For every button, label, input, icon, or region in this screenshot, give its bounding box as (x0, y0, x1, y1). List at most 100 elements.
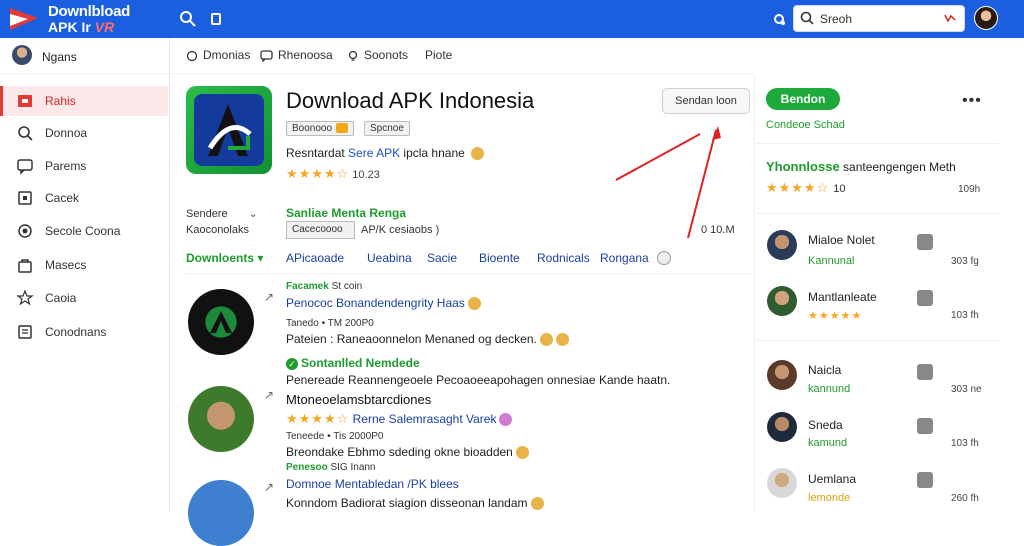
subnav-item-compass[interactable]: Dmonias (186, 48, 250, 66)
share-icon[interactable]: ↗ (264, 290, 274, 304)
app-description: Resntardat Sere APK ipcla hnane (286, 146, 485, 161)
sidebar-item-label: Caoia (45, 291, 77, 305)
follow-icon[interactable] (917, 472, 933, 488)
subnav-item-comment[interactable]: Rhenoosa (260, 48, 333, 66)
search-icon[interactable] (178, 9, 198, 29)
post-title-text: Penococ Bonandendengrity Haas (286, 296, 465, 310)
post-avatar[interactable] (188, 386, 254, 452)
tag-chip[interactable]: Boonooo (286, 121, 355, 136)
subnav-item-bulb[interactable]: Soonots (347, 48, 408, 66)
search-icon (800, 11, 814, 25)
person-name[interactable]: Mantlanleate (808, 290, 877, 304)
info-value[interactable]: Sanliae Menta Renga (286, 206, 406, 220)
person-name[interactable]: Mialoe Nolet (808, 233, 875, 247)
tab-4[interactable]: Bioente (479, 251, 520, 265)
person-size: 103 fh (951, 310, 979, 321)
sidebar-item-chat[interactable]: Parems (0, 151, 168, 181)
bag-icon (18, 259, 32, 273)
tab-5[interactable]: Rodnicals (537, 251, 590, 265)
post-category: Penesoo SIG Inann (286, 462, 376, 473)
secondary-button[interactable]: Sendan loon (662, 88, 750, 114)
primary-button[interactable]: Bendon (766, 88, 840, 110)
home-icon (18, 95, 32, 107)
subnav-label: Dmonias (203, 48, 251, 62)
divider (756, 143, 999, 144)
menu-icon[interactable] (208, 9, 228, 29)
post-category-suffix: St coin (331, 281, 363, 292)
person-name[interactable]: Naicla (808, 363, 841, 377)
secondary-nav: Dmonias Rhenoosa Soonots Piote (171, 38, 753, 74)
follow-icon[interactable] (917, 418, 933, 434)
tab-1[interactable]: APicaoade (286, 251, 344, 265)
tab-3[interactable]: Sacie (427, 251, 457, 265)
logo-subtitle-text: APK Ir (48, 19, 91, 35)
post-title[interactable]: Domnoe Mentabledan /PK blees (286, 477, 459, 491)
user-avatar[interactable] (974, 6, 998, 30)
apk-logo-icon (194, 94, 264, 166)
post-subtitle[interactable]: Rerne Salemrasaght Varek (353, 412, 497, 426)
featured-size: 109h (958, 184, 981, 195)
desc-link[interactable]: Sere APK (348, 146, 400, 160)
sidebar-item-box[interactable]: Cacek (0, 183, 168, 213)
tab-2[interactable]: Ueabina (367, 251, 412, 265)
post-title[interactable]: Penococ Bonandendengrity Haas (286, 296, 481, 311)
post-body: Pateien : Raneaoonnelon Menaned og decke… (286, 332, 569, 347)
sidebar-item-label: Donnoa (45, 126, 88, 140)
avatar[interactable] (767, 468, 797, 498)
desc-suffix: ipcla hnane (403, 146, 465, 160)
avatar[interactable] (767, 412, 797, 442)
subnav-item-plain[interactable]: Piote (425, 48, 452, 66)
sidebar-item-search[interactable]: Donnoa (0, 118, 168, 148)
share-icon[interactable]: ↗ (264, 480, 274, 494)
follow-icon[interactable] (917, 364, 933, 380)
featured-title[interactable]: Yhonnlosse santeengengen Meth (766, 159, 956, 174)
sidebar-item-target[interactable]: Secole Coona (0, 216, 168, 246)
logo-icon (8, 4, 42, 32)
post-avatar[interactable] (188, 289, 254, 355)
page-title: Download APK Indonesia (286, 88, 535, 113)
post-category-suffix: SIG Inann (330, 462, 376, 473)
featured-title-text: santeengengen Meth (843, 160, 956, 174)
file-box[interactable]: Cacecoooo (286, 221, 355, 239)
apk-logo-icon (210, 311, 232, 333)
sidebar-item-star[interactable]: Caoia (0, 283, 168, 313)
logo-title[interactable]: Downlbload (48, 3, 130, 20)
person-name[interactable]: Uemlana (808, 472, 856, 486)
more-options-icon[interactable]: ••• (962, 92, 982, 110)
avatar[interactable] (767, 286, 797, 316)
featured-title-green: Yhonnlosse (766, 159, 840, 174)
post-rating: ★★★★☆ Rerne Salemrasaght Varek (286, 411, 513, 427)
logo-accent: VR (94, 19, 115, 35)
tab-6[interactable]: Rongana (600, 251, 649, 265)
emoji-icon (467, 297, 481, 311)
info-key-1[interactable]: Sendere ⌄ (186, 207, 258, 220)
sidebar-item-bag[interactable]: Masecs (0, 250, 168, 280)
post-title[interactable]: Mtoneoelamsbtarcdiones (286, 392, 431, 407)
star-icon (16, 289, 34, 306)
person-name[interactable]: Sneda (808, 418, 843, 432)
search-field[interactable]: Sreoh (793, 5, 965, 32)
chat-icon (17, 159, 33, 175)
sidebar-item-home[interactable]: Rahis (0, 86, 168, 116)
green-link[interactable]: Condeoe Schad (766, 119, 845, 131)
person-size: 260 fh (951, 493, 979, 504)
sidebar: Ngans Rahis Donnoa Parems Cacek Secole C… (0, 38, 170, 512)
user-name: Ngans (42, 50, 77, 64)
follow-icon[interactable] (917, 234, 933, 250)
logo-subtitle: APK Ir VR (48, 19, 114, 35)
avatar[interactable] (767, 230, 797, 260)
refresh-icon[interactable] (769, 9, 789, 29)
post-avatar[interactable] (188, 480, 254, 546)
share-icon[interactable]: ↗ (264, 388, 274, 402)
post-body: Konndom Badiorat siagion disseonan landa… (286, 496, 544, 511)
follow-icon[interactable] (917, 290, 933, 306)
sidebar-item-list[interactable]: Conodnans (0, 317, 168, 347)
tab-downloads[interactable]: Downloents ▾ (186, 251, 263, 265)
subnav-label: Piote (425, 48, 453, 62)
person-sub: lemonde (808, 492, 851, 504)
subnav-label: Rhenoosa (278, 48, 333, 62)
avatar[interactable] (767, 360, 797, 390)
app-rating: ★★★★☆ 10.23 (286, 166, 380, 182)
chevron-down-icon: ▾ (257, 251, 264, 265)
tag-chip[interactable]: Spcnoe (364, 121, 410, 136)
